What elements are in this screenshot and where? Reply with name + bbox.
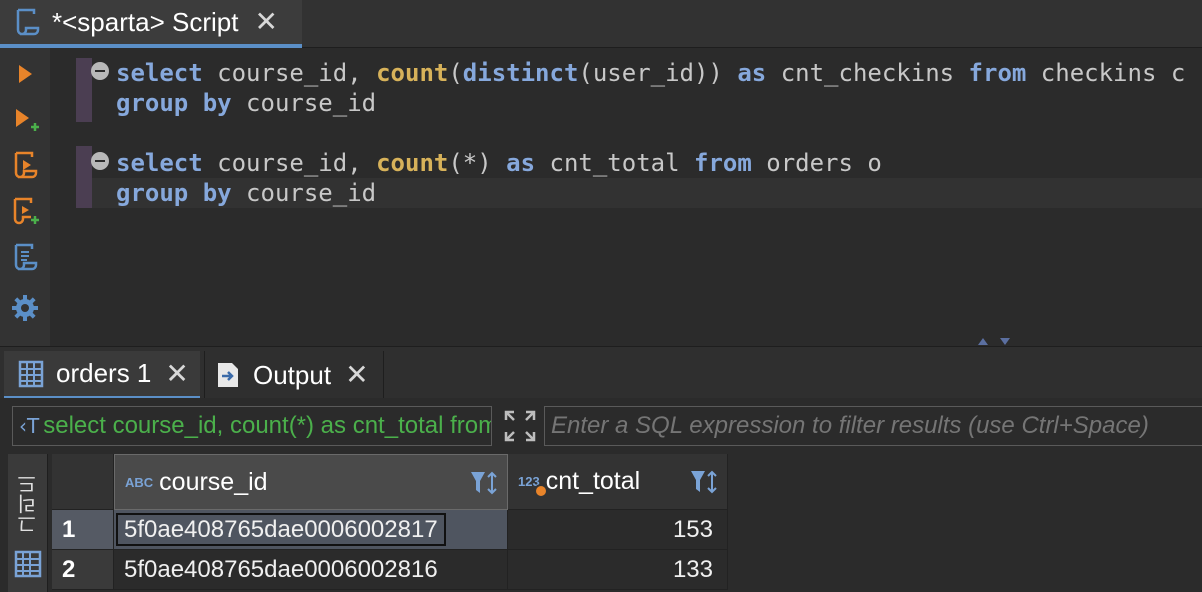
execute-statement-button[interactable]: [8, 56, 42, 92]
code-line: select course_id, count(distinct(user_id…: [116, 59, 1186, 87]
close-icon[interactable]: ✕: [254, 8, 277, 36]
grid-view-label[interactable]: 그리드: [14, 474, 42, 534]
column-name: cnt_total: [545, 467, 641, 495]
key-icon: [534, 484, 548, 498]
results-grid: ABC course_id 123 cnt_total 1 5f0ae40876…: [52, 454, 1202, 592]
execute-script-button[interactable]: [8, 148, 42, 184]
code-line: select course_id, count(*) as cnt_total …: [116, 149, 882, 177]
grid-table-icon: [18, 360, 44, 387]
filter-bar: ‹T select course_id, count(*) as cnt_tot…: [0, 398, 1202, 454]
table-cell[interactable]: 153: [508, 510, 728, 550]
play-icon: [19, 65, 32, 83]
column-name: course_id: [159, 467, 268, 496]
tab-orders-1[interactable]: orders 1 ✕: [4, 351, 200, 399]
output-doc-icon: [218, 363, 238, 387]
close-icon[interactable]: ✕: [345, 361, 368, 389]
tab-label: orders 1: [56, 358, 152, 388]
editor-tab-bar: *<sparta> Script ✕: [0, 0, 1202, 48]
sql-editor-toolbar: [0, 48, 50, 346]
fold-toggle-icon[interactable]: [91, 152, 109, 170]
filter-expression-input[interactable]: [544, 406, 1202, 446]
execute-in-new-tab-button[interactable]: [8, 102, 42, 138]
query-text-box[interactable]: ‹T select course_id, count(*) as cnt_tot…: [12, 406, 492, 446]
sql-editor[interactable]: select course_id, count(distinct(user_id…: [50, 48, 1202, 346]
filter-sort-icon[interactable]: [469, 469, 499, 497]
statement-marker: [76, 58, 92, 122]
code-line: group by course_id: [116, 179, 377, 207]
play-add-icon: [16, 109, 39, 131]
table-cell[interactable]: 133: [508, 550, 728, 590]
row-number[interactable]: 1: [52, 510, 114, 550]
execute-script-new-tab-button[interactable]: [8, 194, 42, 230]
table-cell[interactable]: 5f0ae408765dae0006002816: [114, 550, 508, 590]
column-header-course-id[interactable]: ABC course_id: [114, 454, 508, 510]
gear-icon: [12, 295, 38, 321]
grid-corner[interactable]: [52, 454, 114, 510]
tab-label: Output: [253, 359, 332, 390]
query-text: select course_id, count(*) as cnt_total …: [43, 412, 491, 439]
script-run-icon: [14, 151, 38, 179]
nav-arrows-icon[interactable]: [974, 334, 1014, 346]
fold-toggle-icon[interactable]: [91, 62, 109, 80]
expand-icon[interactable]: [502, 408, 538, 444]
table-cell[interactable]: 5f0ae408765dae0006002817: [114, 510, 508, 550]
query-icon: ‹T: [19, 414, 40, 438]
editor-tab-title: *<sparta> Script: [52, 6, 239, 37]
explain-plan-icon: [14, 243, 38, 271]
number-type-icon: 123: [518, 474, 548, 498]
settings-button[interactable]: [8, 290, 42, 326]
text-type-icon: ABC: [125, 474, 154, 490]
code-line: group by course_id: [116, 89, 377, 117]
results-tab-bar: orders 1 ✕ Output ✕: [0, 346, 1202, 399]
filter-sort-icon[interactable]: [689, 468, 719, 496]
editor-tab-script[interactable]: *<sparta> Script ✕: [0, 0, 302, 48]
column-header-cnt-total[interactable]: 123 cnt_total: [508, 454, 728, 510]
tab-output[interactable]: Output ✕: [204, 351, 384, 399]
grid-table-icon[interactable]: [14, 550, 42, 578]
grid-view-toolbar: 그리드: [8, 454, 48, 592]
explain-plan-button[interactable]: [8, 240, 42, 276]
script-add-icon: [13, 197, 39, 225]
row-number[interactable]: 2: [52, 550, 114, 590]
sql-script-icon: [16, 8, 40, 36]
statement-marker: [76, 146, 92, 208]
close-icon[interactable]: ✕: [165, 359, 188, 388]
